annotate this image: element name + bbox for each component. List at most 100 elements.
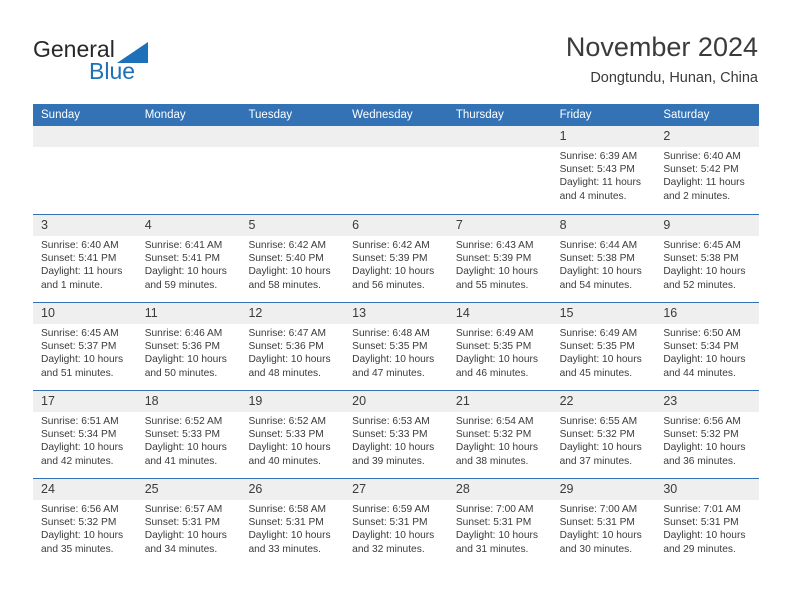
sunset-text: Sunset: 5:41 PM <box>41 253 117 265</box>
sunset-text: Sunset: 5:43 PM <box>559 164 635 176</box>
day-cell[interactable]: 9 Sunrise: 6:45 AM Sunset: 5:38 PM Daylight… <box>655 215 760 302</box>
day-cell[interactable]: 22 Sunrise: 6:55 AM Sunset: 5:32 PM Dayligh… <box>551 391 656 478</box>
day-sun-info: Sunrise: 6:55 AM Sunset: 5:32 PM Daylight:… <box>552 412 656 468</box>
logo-word-blue: Blue <box>89 58 136 84</box>
day-number: 18 <box>136 391 241 412</box>
day-number: 10 <box>33 303 137 324</box>
day-cell[interactable]: 23 Sunrise: 6:56 AM Sunset: 5:32 PM Dayligh… <box>655 391 760 478</box>
day-sun-info: Sunrise: 6:45 AM Sunset: 5:37 PM Daylight:… <box>33 324 137 380</box>
day-cell[interactable]: 4 Sunrise: 6:41 AM Sunset: 5:41 PM Daylight… <box>136 215 241 302</box>
daylight-text: Daylight: 10 hours and 30 minutes. <box>559 530 642 555</box>
sunrise-text: Sunrise: 6:49 AM <box>455 328 534 339</box>
day-number: 25 <box>136 479 241 500</box>
sunset-text: Sunset: 5:35 PM <box>455 341 532 353</box>
weekday-header-row: Sunday Monday Tuesday Wednesday Thursday Frid… <box>33 104 759 126</box>
day-number: 26 <box>240 479 345 500</box>
daylight-text: Daylight: 10 hours and 45 minutes. <box>559 354 642 379</box>
sunset-text: Sunset: 5:35 PM <box>559 341 635 353</box>
weekday-header-saturday: Saturday <box>663 109 710 121</box>
weekday-header-wednesday: Wednesday <box>352 109 413 121</box>
day-sun-info: Sunrise: 6:41 AM Sunset: 5:41 PM Daylight:… <box>137 236 241 292</box>
day-cell[interactable]: 2 Sunrise: 6:40 AM Sunset: 5:42 PM Daylight… <box>655 126 760 214</box>
day-cell[interactable]: 1 Sunrise: 6:39 AM Sunset: 5:43 PM Daylight… <box>551 126 656 214</box>
sunset-text: Sunset: 5:33 PM <box>144 429 221 441</box>
day-cell-empty <box>344 126 448 214</box>
day-number: 27 <box>344 479 448 500</box>
day-number: 11 <box>136 303 241 324</box>
day-sun-info: Sunrise: 6:57 AM Sunset: 5:31 PM Daylight:… <box>137 500 241 556</box>
day-cell[interactable]: 13 Sunrise: 6:48 AM Sunset: 5:35 PM Dayligh… <box>344 303 448 390</box>
day-cell[interactable]: 6 Sunrise: 6:42 AM Sunset: 5:39 PM Daylight… <box>344 215 448 302</box>
sunset-text: Sunset: 5:42 PM <box>663 164 739 176</box>
calendar-week-row: 17 Sunrise: 6:51 AM Sunset: 5:34 PM Dayligh… <box>33 390 760 478</box>
weekday-header-friday: Friday <box>559 109 592 121</box>
day-cell[interactable]: 30 Sunrise: 7:01 AM Sunset: 5:31 PM Dayligh… <box>655 479 760 566</box>
day-number <box>344 126 448 147</box>
generalblue-logo[interactable]: General Blue <box>33 36 213 88</box>
day-cell[interactable]: 10 Sunrise: 6:45 AM Sunset: 5:37 PM Dayligh… <box>33 303 137 390</box>
day-sun-info: Sunrise: 6:59 AM Sunset: 5:31 PM Daylight:… <box>344 500 448 556</box>
day-cell[interactable]: 19 Sunrise: 6:52 AM Sunset: 5:33 PM Dayligh… <box>240 391 345 478</box>
day-number <box>33 126 137 147</box>
day-number: 7 <box>447 215 552 236</box>
day-cell[interactable]: 11 Sunrise: 6:46 AM Sunset: 5:36 PM Dayligh… <box>136 303 241 390</box>
title-block: November 2024 Dongtundu, Hunan, China <box>566 30 758 89</box>
daylight-text: Daylight: 10 hours and 29 minutes. <box>663 530 746 555</box>
day-cell[interactable]: 3 Sunrise: 6:40 AM Sunset: 5:41 PM Daylight… <box>33 215 137 302</box>
day-cell[interactable]: 18 Sunrise: 6:52 AM Sunset: 5:33 PM Dayligh… <box>136 391 241 478</box>
sunrise-text: Sunrise: 6:43 AM <box>455 240 534 251</box>
day-number: 24 <box>33 479 137 500</box>
day-number <box>240 126 345 147</box>
sunset-text: Sunset: 5:31 PM <box>559 517 635 529</box>
sunrise-text: Sunrise: 7:01 AM <box>663 504 741 515</box>
day-cell[interactable]: 21 Sunrise: 6:54 AM Sunset: 5:32 PM Dayligh… <box>447 391 552 478</box>
sunset-text: Sunset: 5:34 PM <box>41 429 117 441</box>
sunrise-text: Sunrise: 6:56 AM <box>663 416 741 427</box>
page-subtitle: Dongtundu, Hunan, China <box>590 70 758 86</box>
day-cell[interactable]: 24 Sunrise: 6:56 AM Sunset: 5:32 PM Dayligh… <box>33 479 137 566</box>
day-cell[interactable]: 20 Sunrise: 6:53 AM Sunset: 5:33 PM Dayligh… <box>344 391 448 478</box>
day-sun-info: Sunrise: 6:47 AM Sunset: 5:36 PM Daylight:… <box>240 324 344 380</box>
day-number: 1 <box>551 126 656 147</box>
day-cell[interactable]: 5 Sunrise: 6:42 AM Sunset: 5:40 PM Daylight… <box>240 215 345 302</box>
day-cell[interactable]: 17 Sunrise: 6:51 AM Sunset: 5:34 PM Dayligh… <box>33 391 137 478</box>
day-sun-info: Sunrise: 7:00 AM Sunset: 5:31 PM Daylight:… <box>552 500 656 556</box>
day-cell[interactable]: 29 Sunrise: 7:00 AM Sunset: 5:31 PM Dayligh… <box>551 479 656 566</box>
day-cell[interactable]: 16 Sunrise: 6:50 AM Sunset: 5:34 PM Dayligh… <box>655 303 760 390</box>
day-number: 4 <box>136 215 241 236</box>
sunset-text: Sunset: 5:39 PM <box>352 253 428 265</box>
calendar-weeks: 1 Sunrise: 6:39 AM Sunset: 5:43 PM Daylight… <box>33 126 760 566</box>
calendar-week-row: 10 Sunrise: 6:45 AM Sunset: 5:37 PM Dayligh… <box>33 302 760 390</box>
day-number: 2 <box>655 126 760 147</box>
day-cell[interactable]: 15 Sunrise: 6:49 AM Sunset: 5:35 PM Dayligh… <box>551 303 656 390</box>
day-cell[interactable]: 14 Sunrise: 6:49 AM Sunset: 5:35 PM Dayligh… <box>447 303 552 390</box>
daylight-text: Daylight: 10 hours and 38 minutes. <box>455 442 538 467</box>
calendar-week-row: 3 Sunrise: 6:40 AM Sunset: 5:41 PM Daylight… <box>33 214 760 302</box>
daylight-text: Daylight: 10 hours and 39 minutes. <box>352 442 435 467</box>
daylight-text: Daylight: 11 hours and 4 minutes. <box>559 177 641 202</box>
day-cell-empty <box>240 126 345 214</box>
day-number: 19 <box>240 391 345 412</box>
day-cell[interactable]: 7 Sunrise: 6:43 AM Sunset: 5:39 PM Daylight… <box>447 215 552 302</box>
day-cell[interactable]: 28 Sunrise: 7:00 AM Sunset: 5:31 PM Dayligh… <box>447 479 552 566</box>
sunset-text: Sunset: 5:36 PM <box>248 341 324 353</box>
day-cell[interactable]: 25 Sunrise: 6:57 AM Sunset: 5:31 PM Dayligh… <box>136 479 241 566</box>
sunset-text: Sunset: 5:33 PM <box>352 429 428 441</box>
day-number: 6 <box>344 215 448 236</box>
day-cell[interactable]: 26 Sunrise: 6:58 AM Sunset: 5:31 PM Dayligh… <box>240 479 345 566</box>
daylight-text: Daylight: 10 hours and 54 minutes. <box>559 266 642 291</box>
daylight-text: Daylight: 10 hours and 47 minutes. <box>352 354 435 379</box>
day-cell[interactable]: 8 Sunrise: 6:44 AM Sunset: 5:38 PM Daylight… <box>551 215 656 302</box>
sunrise-text: Sunrise: 6:52 AM <box>248 416 327 427</box>
day-cell[interactable]: 12 Sunrise: 6:47 AM Sunset: 5:36 PM Dayligh… <box>240 303 345 390</box>
sunset-text: Sunset: 5:32 PM <box>41 517 117 529</box>
sunset-text: Sunset: 5:32 PM <box>663 429 739 441</box>
day-sun-info: Sunrise: 6:56 AM Sunset: 5:32 PM Daylight:… <box>655 412 759 468</box>
day-sun-info: Sunrise: 6:48 AM Sunset: 5:35 PM Daylight:… <box>344 324 448 380</box>
sunset-text: Sunset: 5:31 PM <box>248 517 324 529</box>
day-sun-info: Sunrise: 6:39 AM Sunset: 5:43 PM Daylight:… <box>552 147 656 203</box>
daylight-text: Daylight: 10 hours and 32 minutes. <box>352 530 435 555</box>
day-cell[interactable]: 27 Sunrise: 6:59 AM Sunset: 5:31 PM Dayligh… <box>344 479 448 566</box>
sunrise-text: Sunrise: 6:39 AM <box>559 151 638 162</box>
day-number: 12 <box>240 303 345 324</box>
